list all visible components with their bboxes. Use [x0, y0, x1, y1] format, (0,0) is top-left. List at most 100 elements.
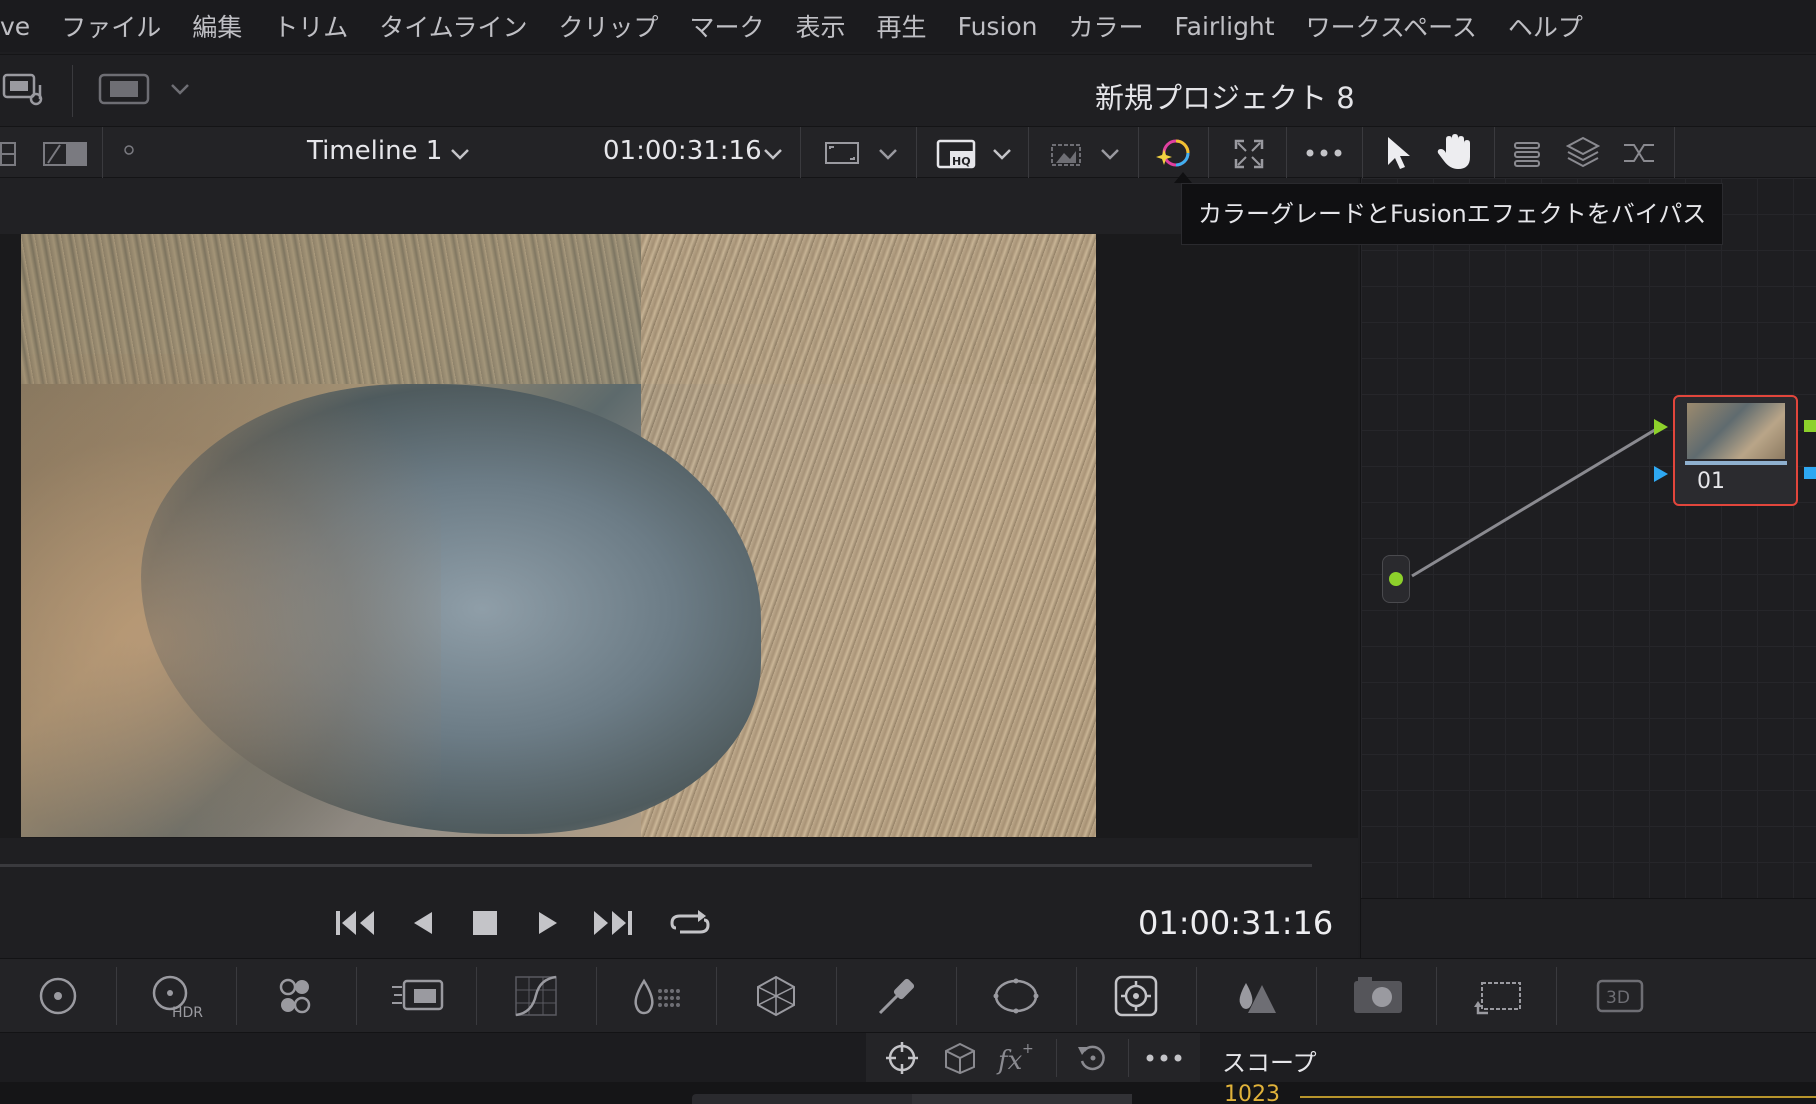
node-output-alpha[interactable]: [1804, 467, 1816, 479]
blur-icon[interactable]: [1232, 973, 1280, 1019]
menu-item-help[interactable]: ヘルプ: [1508, 8, 1583, 44]
viewer-toolbar: Timeline 1 01:00:31:16 HQ: [0, 126, 1816, 179]
tooltip-pointer: [1174, 172, 1192, 183]
divider: [916, 127, 917, 179]
media-pool-icon[interactable]: [2, 69, 46, 109]
chevron-down-icon[interactable]: [992, 147, 1012, 161]
svg-text:+: +: [1022, 1041, 1034, 1057]
curves-icon[interactable]: [512, 973, 560, 1019]
viewer-panel: [0, 178, 1358, 838]
divider: [102, 127, 103, 179]
playhead-timecode: 01:00:31:16: [1138, 904, 1334, 942]
chevron-down-icon[interactable]: [170, 81, 190, 97]
divider: [956, 967, 957, 1025]
align-nodes-icon[interactable]: [1512, 139, 1542, 169]
node-output-rgb[interactable]: [1804, 420, 1816, 432]
chevron-down-icon[interactable]: [1100, 147, 1120, 161]
source-input-node[interactable]: [1382, 555, 1410, 603]
menu-item-view[interactable]: 表示: [796, 8, 846, 44]
divider: [596, 967, 597, 1025]
loop-icon[interactable]: [668, 906, 712, 940]
menu-item-playback[interactable]: 再生: [877, 8, 927, 44]
divider: [356, 967, 357, 1025]
menu-item-workspace[interactable]: ワークスペース: [1306, 8, 1477, 44]
divider: [1436, 967, 1437, 1025]
qualifier-icon[interactable]: [752, 973, 800, 1019]
divider: [1138, 127, 1139, 179]
node-label: 01: [1697, 469, 1725, 494]
viewer-size-icon[interactable]: [824, 139, 860, 167]
video-content: [21, 354, 441, 837]
menu-item-trim[interactable]: トリム: [273, 8, 348, 44]
node-input-rgb[interactable]: [1654, 419, 1668, 435]
node-connections: [1411, 426, 1659, 578]
svg-text:3D: 3D: [1606, 988, 1630, 1008]
motion-effects-icon[interactable]: [390, 973, 446, 1019]
viewer-timecode[interactable]: 01:00:31:16: [603, 136, 762, 166]
layout-icon[interactable]: [0, 141, 18, 167]
corrector-node-01[interactable]: 01: [1673, 395, 1798, 506]
bypass-color-fusion-icon[interactable]: [1154, 135, 1194, 173]
menu-item-fairlight[interactable]: Fairlight: [1175, 12, 1275, 41]
key-icon[interactable]: [1350, 973, 1408, 1019]
scrubber-bar[interactable]: [0, 864, 1312, 867]
viewer-info-strip: [0, 178, 1358, 234]
divider: [116, 967, 117, 1025]
hq-quality-icon[interactable]: HQ: [936, 139, 980, 169]
menu-item-fusion[interactable]: Fusion: [958, 12, 1038, 41]
rgb-mixer-icon[interactable]: [272, 973, 320, 1019]
app-window: ve ファイル 編集 トリム タイムライン クリップ マーク 表示 再生 Fus…: [0, 0, 1816, 1104]
divider: [836, 967, 837, 1025]
divider: [1056, 1039, 1057, 1077]
play-reverse-icon[interactable]: [408, 908, 438, 938]
hdr-wheels-icon[interactable]: HDR: [150, 973, 208, 1019]
reset-icon[interactable]: [1076, 1041, 1110, 1075]
menu-item-color[interactable]: カラー: [1069, 8, 1144, 44]
fx-icon[interactable]: fx +: [996, 1039, 1036, 1075]
pointer-tool-icon[interactable]: [1384, 135, 1412, 171]
menu-item-edit[interactable]: 編集: [192, 8, 242, 44]
stereo-3d-icon[interactable]: 3D: [1594, 973, 1646, 1019]
menu-item-timeline[interactable]: タイムライン: [379, 8, 527, 44]
video-frame[interactable]: [21, 234, 1096, 837]
menu-item-file[interactable]: ファイル: [61, 8, 161, 44]
hand-tool-icon[interactable]: [1436, 133, 1472, 171]
menu-item-app[interactable]: ve: [0, 12, 30, 41]
image-wipe-icon[interactable]: [1046, 139, 1086, 171]
svg-text:HQ: HQ: [952, 155, 971, 168]
more-options-icon[interactable]: [1304, 147, 1344, 159]
scope-scale-value: 1023: [1224, 1082, 1280, 1104]
sizing-icon[interactable]: [1472, 973, 1528, 1019]
chevron-down-icon[interactable]: [450, 147, 470, 161]
divider: [236, 967, 237, 1025]
tracker-icon[interactable]: [1112, 973, 1160, 1019]
go-to-start-icon[interactable]: [334, 908, 378, 938]
divider: [1674, 127, 1675, 179]
power-window-icon[interactable]: [992, 973, 1040, 1019]
go-to-end-icon[interactable]: [592, 908, 636, 938]
chevron-down-icon[interactable]: [763, 147, 783, 161]
shuffle-icon[interactable]: [1622, 137, 1656, 169]
divider: [1556, 967, 1557, 1025]
color-warper-icon[interactable]: [630, 973, 686, 1019]
eyedropper-icon[interactable]: [872, 973, 920, 1019]
fullscreen-icon[interactable]: [1234, 139, 1264, 169]
layers-icon[interactable]: [1566, 135, 1600, 169]
chevron-down-icon[interactable]: [878, 147, 898, 161]
stop-icon[interactable]: [470, 908, 500, 938]
tooltip: カラーグレードとFusionエフェクトをバイパス: [1181, 183, 1724, 245]
play-icon[interactable]: [533, 908, 563, 938]
target-icon[interactable]: [884, 1040, 920, 1076]
clips-icon[interactable]: [96, 71, 152, 107]
bottom-icon-group: fx +: [866, 1033, 1200, 1083]
more-options-icon[interactable]: [1144, 1052, 1184, 1064]
split-wipe-icon[interactable]: [42, 141, 88, 167]
node-input-alpha[interactable]: [1654, 466, 1668, 482]
3d-cube-icon[interactable]: [942, 1041, 978, 1075]
port-green[interactable]: [1389, 572, 1403, 586]
status-dot-icon: [124, 145, 134, 155]
color-wheels-icon[interactable]: [34, 973, 82, 1019]
menu-item-clip[interactable]: クリップ: [559, 8, 659, 44]
timeline-name[interactable]: Timeline 1: [307, 136, 442, 166]
menu-item-mark[interactable]: マーク: [690, 8, 765, 44]
